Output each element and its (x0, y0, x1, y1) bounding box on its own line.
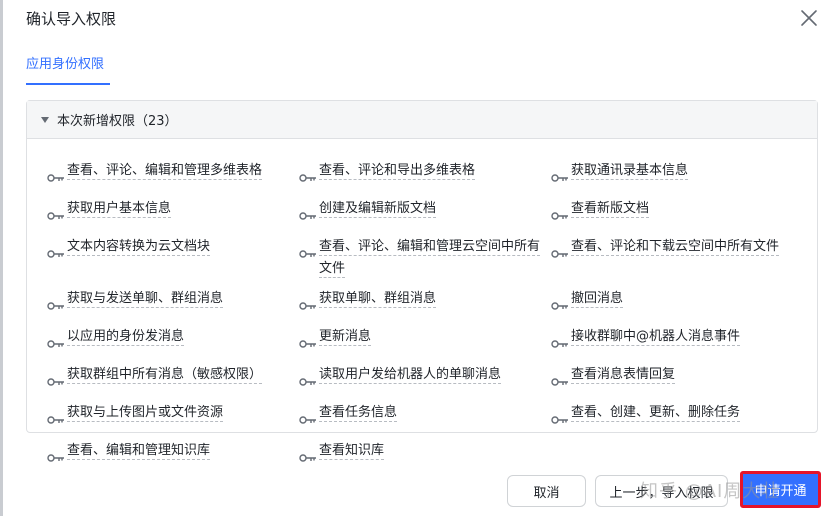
permission-label[interactable]: 查看消息表情回复 (571, 367, 676, 384)
permission-label[interactable]: 查看任务信息 (319, 405, 398, 422)
key-icon (551, 326, 571, 356)
key-icon (47, 236, 67, 266)
permission-label[interactable]: 获取与上传图片或文件资源 (67, 405, 224, 422)
permission-item: 获取单聊、群组消息 (299, 288, 551, 318)
permission-label[interactable]: 获取通讯录基本信息 (571, 163, 689, 180)
permission-label[interactable]: 获取与发送单聊、群组消息 (67, 291, 224, 308)
permission-label[interactable]: 创建及编辑新版文档 (319, 201, 437, 218)
key-icon (299, 326, 319, 356)
permission-label[interactable]: 获取群组中所有消息（敏感权限） (67, 367, 263, 384)
key-icon (299, 160, 319, 190)
permission-label[interactable]: 获取单聊、群组消息 (319, 291, 437, 308)
dialog-title: 确认导入权限 (26, 10, 117, 28)
key-icon (551, 288, 571, 318)
permission-label[interactable]: 撤回消息 (571, 291, 624, 308)
permission-label[interactable]: 文本内容转换为云文档块 (67, 239, 211, 256)
key-icon (47, 288, 67, 318)
key-icon (551, 364, 571, 394)
key-icon (299, 440, 319, 470)
permission-item: 查看、评论和导出多维表格 (299, 160, 551, 190)
permission-item: 文本内容转换为云文档块 (47, 236, 299, 280)
permission-label[interactable]: 查看新版文档 (571, 201, 650, 218)
permission-item: 获取群组中所有消息（敏感权限） (47, 364, 299, 394)
key-icon (299, 364, 319, 394)
cancel-button[interactable]: 取消 (507, 475, 586, 507)
permission-item: 更新消息 (299, 326, 551, 356)
permission-item: 以应用的身份发消息 (47, 326, 299, 356)
permission-item: 查看消息表情回复 (551, 364, 807, 394)
key-icon (47, 326, 67, 356)
key-icon (47, 160, 67, 190)
permission-item: 查看、评论、编辑和管理多维表格 (47, 160, 299, 190)
key-icon (299, 402, 319, 432)
permission-label[interactable]: 获取用户基本信息 (67, 201, 172, 218)
permission-list: 查看、评论、编辑和管理多维表格 查看、评论和导出多维表格 获取通讯录基本信息获取用户… (47, 160, 807, 478)
key-icon (299, 236, 319, 266)
permission-label[interactable]: 查看、评论、编辑和管理云空间中所有文件 (319, 239, 541, 278)
permission-item: 查看、评论和下载云空间中所有文件 (551, 236, 807, 280)
permission-label[interactable]: 查看、评论和导出多维表格 (319, 163, 476, 180)
previous-step-button[interactable]: 上一步，导入权限 (595, 475, 728, 507)
permission-label[interactable]: 更新消息 (319, 329, 372, 346)
close-icon[interactable] (798, 7, 820, 29)
permission-label[interactable]: 以应用的身份发消息 (67, 329, 185, 346)
permission-item: 查看知识库 (299, 440, 551, 470)
permission-item: 获取通讯录基本信息 (551, 160, 807, 190)
panel-header[interactable]: 本次新增权限（23） (27, 101, 817, 139)
permission-item: 查看、编辑和管理知识库 (47, 440, 299, 470)
permission-label[interactable]: 查看、编辑和管理知识库 (67, 443, 211, 460)
panel-title: 本次新增权限（23） (57, 114, 178, 129)
key-icon (551, 236, 571, 266)
key-icon (551, 160, 571, 190)
apply-button[interactable]: 申请开通 (740, 471, 821, 508)
permission-label[interactable]: 查看知识库 (319, 443, 385, 460)
permission-item: 查看、评论、编辑和管理云空间中所有文件 (299, 236, 551, 280)
dialog-header: 确认导入权限 (26, 8, 116, 32)
permission-label[interactable]: 查看、评论和下载云空间中所有文件 (571, 239, 780, 256)
tab-active-indicator (26, 83, 110, 85)
key-icon (551, 402, 571, 432)
key-icon (299, 288, 319, 318)
permission-item: 撤回消息 (551, 288, 807, 318)
permission-item: 获取与上传图片或文件资源 (47, 402, 299, 432)
permission-label[interactable]: 查看、评论、编辑和管理多维表格 (67, 163, 263, 180)
permission-item: 查看任务信息 (299, 402, 551, 432)
permission-item: 查看新版文档 (551, 198, 807, 228)
permission-item: 获取用户基本信息 (47, 198, 299, 228)
permission-label[interactable]: 接收群聊中@机器人消息事件 (571, 329, 741, 346)
key-icon (299, 198, 319, 228)
permission-item: 接收群聊中@机器人消息事件 (551, 326, 807, 356)
permission-item: 获取与发送单聊、群组消息 (47, 288, 299, 318)
key-icon (47, 440, 67, 470)
permissions-panel: 本次新增权限（23） 查看、评论、编辑和管理多维表格 查看、评论和导出多维表格 获取… (26, 100, 818, 462)
window-left-edge (0, 0, 3, 516)
tab-app-identity-permissions[interactable]: 应用身份权限 (26, 56, 104, 74)
key-icon (47, 364, 67, 394)
permission-item: 查看、创建、更新、删除任务 (551, 402, 807, 432)
caret-down-icon (41, 116, 49, 123)
permission-label[interactable]: 读取用户发给机器人的单聊消息 (319, 367, 502, 384)
key-icon (551, 198, 571, 228)
permission-item: 读取用户发给机器人的单聊消息 (299, 364, 551, 394)
permission-item: 创建及编辑新版文档 (299, 198, 551, 228)
permission-label[interactable]: 查看、创建、更新、删除任务 (571, 405, 741, 422)
key-icon (47, 198, 67, 228)
key-icon (47, 402, 67, 432)
